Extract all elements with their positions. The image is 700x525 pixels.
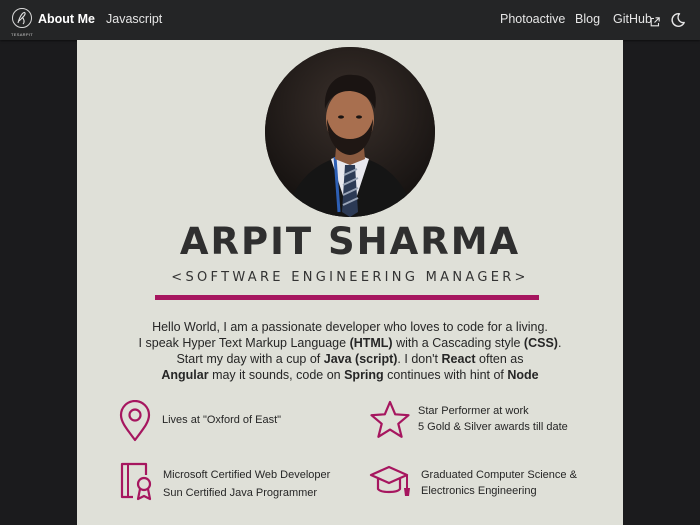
- bio-text: I speak Hyper Text Markup Language: [138, 336, 350, 350]
- bio-keyword-java: Java (script): [323, 352, 398, 366]
- nav-about-me[interactable]: About Me: [38, 12, 95, 26]
- feature-location-text: Lives at "Oxford of East": [162, 414, 282, 426]
- bio-text: Start my day with a cup of: [176, 352, 324, 366]
- bio-keyword-node: Node: [507, 368, 539, 382]
- nav-photoactive[interactable]: Photoactive: [500, 12, 565, 26]
- bio-text: often as: [475, 352, 524, 366]
- profile-card: ARPIT SHARMA <SOFTWARE ENGINEERING MANAG…: [77, 40, 623, 525]
- bio-keyword-spring: Spring: [344, 368, 384, 382]
- nav-javascript[interactable]: Javascript: [106, 12, 162, 26]
- profile-role: <SOFTWARE ENGINEERING MANAGER>: [171, 270, 529, 285]
- feature-cert-line-2: Sun Certified Java Programmer: [163, 487, 318, 499]
- external-link-icon: [650, 14, 660, 32]
- bio-line-1: Hello World, I am a passionate developer…: [152, 320, 548, 334]
- bio-text: .: [557, 336, 562, 350]
- star-icon: [370, 400, 410, 438]
- bio-text: . I don't: [397, 352, 442, 366]
- profile-photo: [265, 47, 435, 217]
- feature-star-line-2: 5 Gold & Silver awards till date: [418, 421, 568, 433]
- certificate-icon: [120, 462, 152, 501]
- graduation-cap-icon: [369, 465, 410, 496]
- bio-text: with a Cascading style: [392, 336, 524, 350]
- bio-text: may it sounds, code on: [208, 368, 345, 382]
- feature-cert-line-1: Microsoft Certified Web Developer: [163, 469, 331, 481]
- accent-divider: [155, 295, 539, 300]
- site-logo[interactable]: TESARPIT: [10, 7, 34, 37]
- map-pin-icon: [119, 400, 151, 442]
- navbar: TESARPIT About Me Javascript Photoactive…: [0, 0, 700, 40]
- nav-github[interactable]: GitHub: [613, 12, 652, 26]
- logo-text: TESARPIT: [11, 32, 33, 37]
- bio-text: continues with hint of: [383, 368, 508, 382]
- bio-keyword-angular: Angular: [161, 368, 209, 382]
- feature-edu-line-2: Electronics Engineering: [421, 485, 537, 497]
- bio-keyword-html: (HTML): [349, 336, 393, 350]
- bio-keyword-react: React: [441, 352, 476, 366]
- nav-blog[interactable]: Blog: [575, 12, 600, 26]
- bio-keyword-css: (CSS): [523, 336, 558, 350]
- moon-icon: [671, 13, 685, 27]
- profile-name: ARPIT SHARMA: [179, 220, 521, 263]
- signature-logo-icon: [12, 8, 32, 28]
- theme-toggle-button[interactable]: [670, 12, 686, 28]
- profile-bio: Hello World, I am a passionate developer…: [97, 319, 603, 383]
